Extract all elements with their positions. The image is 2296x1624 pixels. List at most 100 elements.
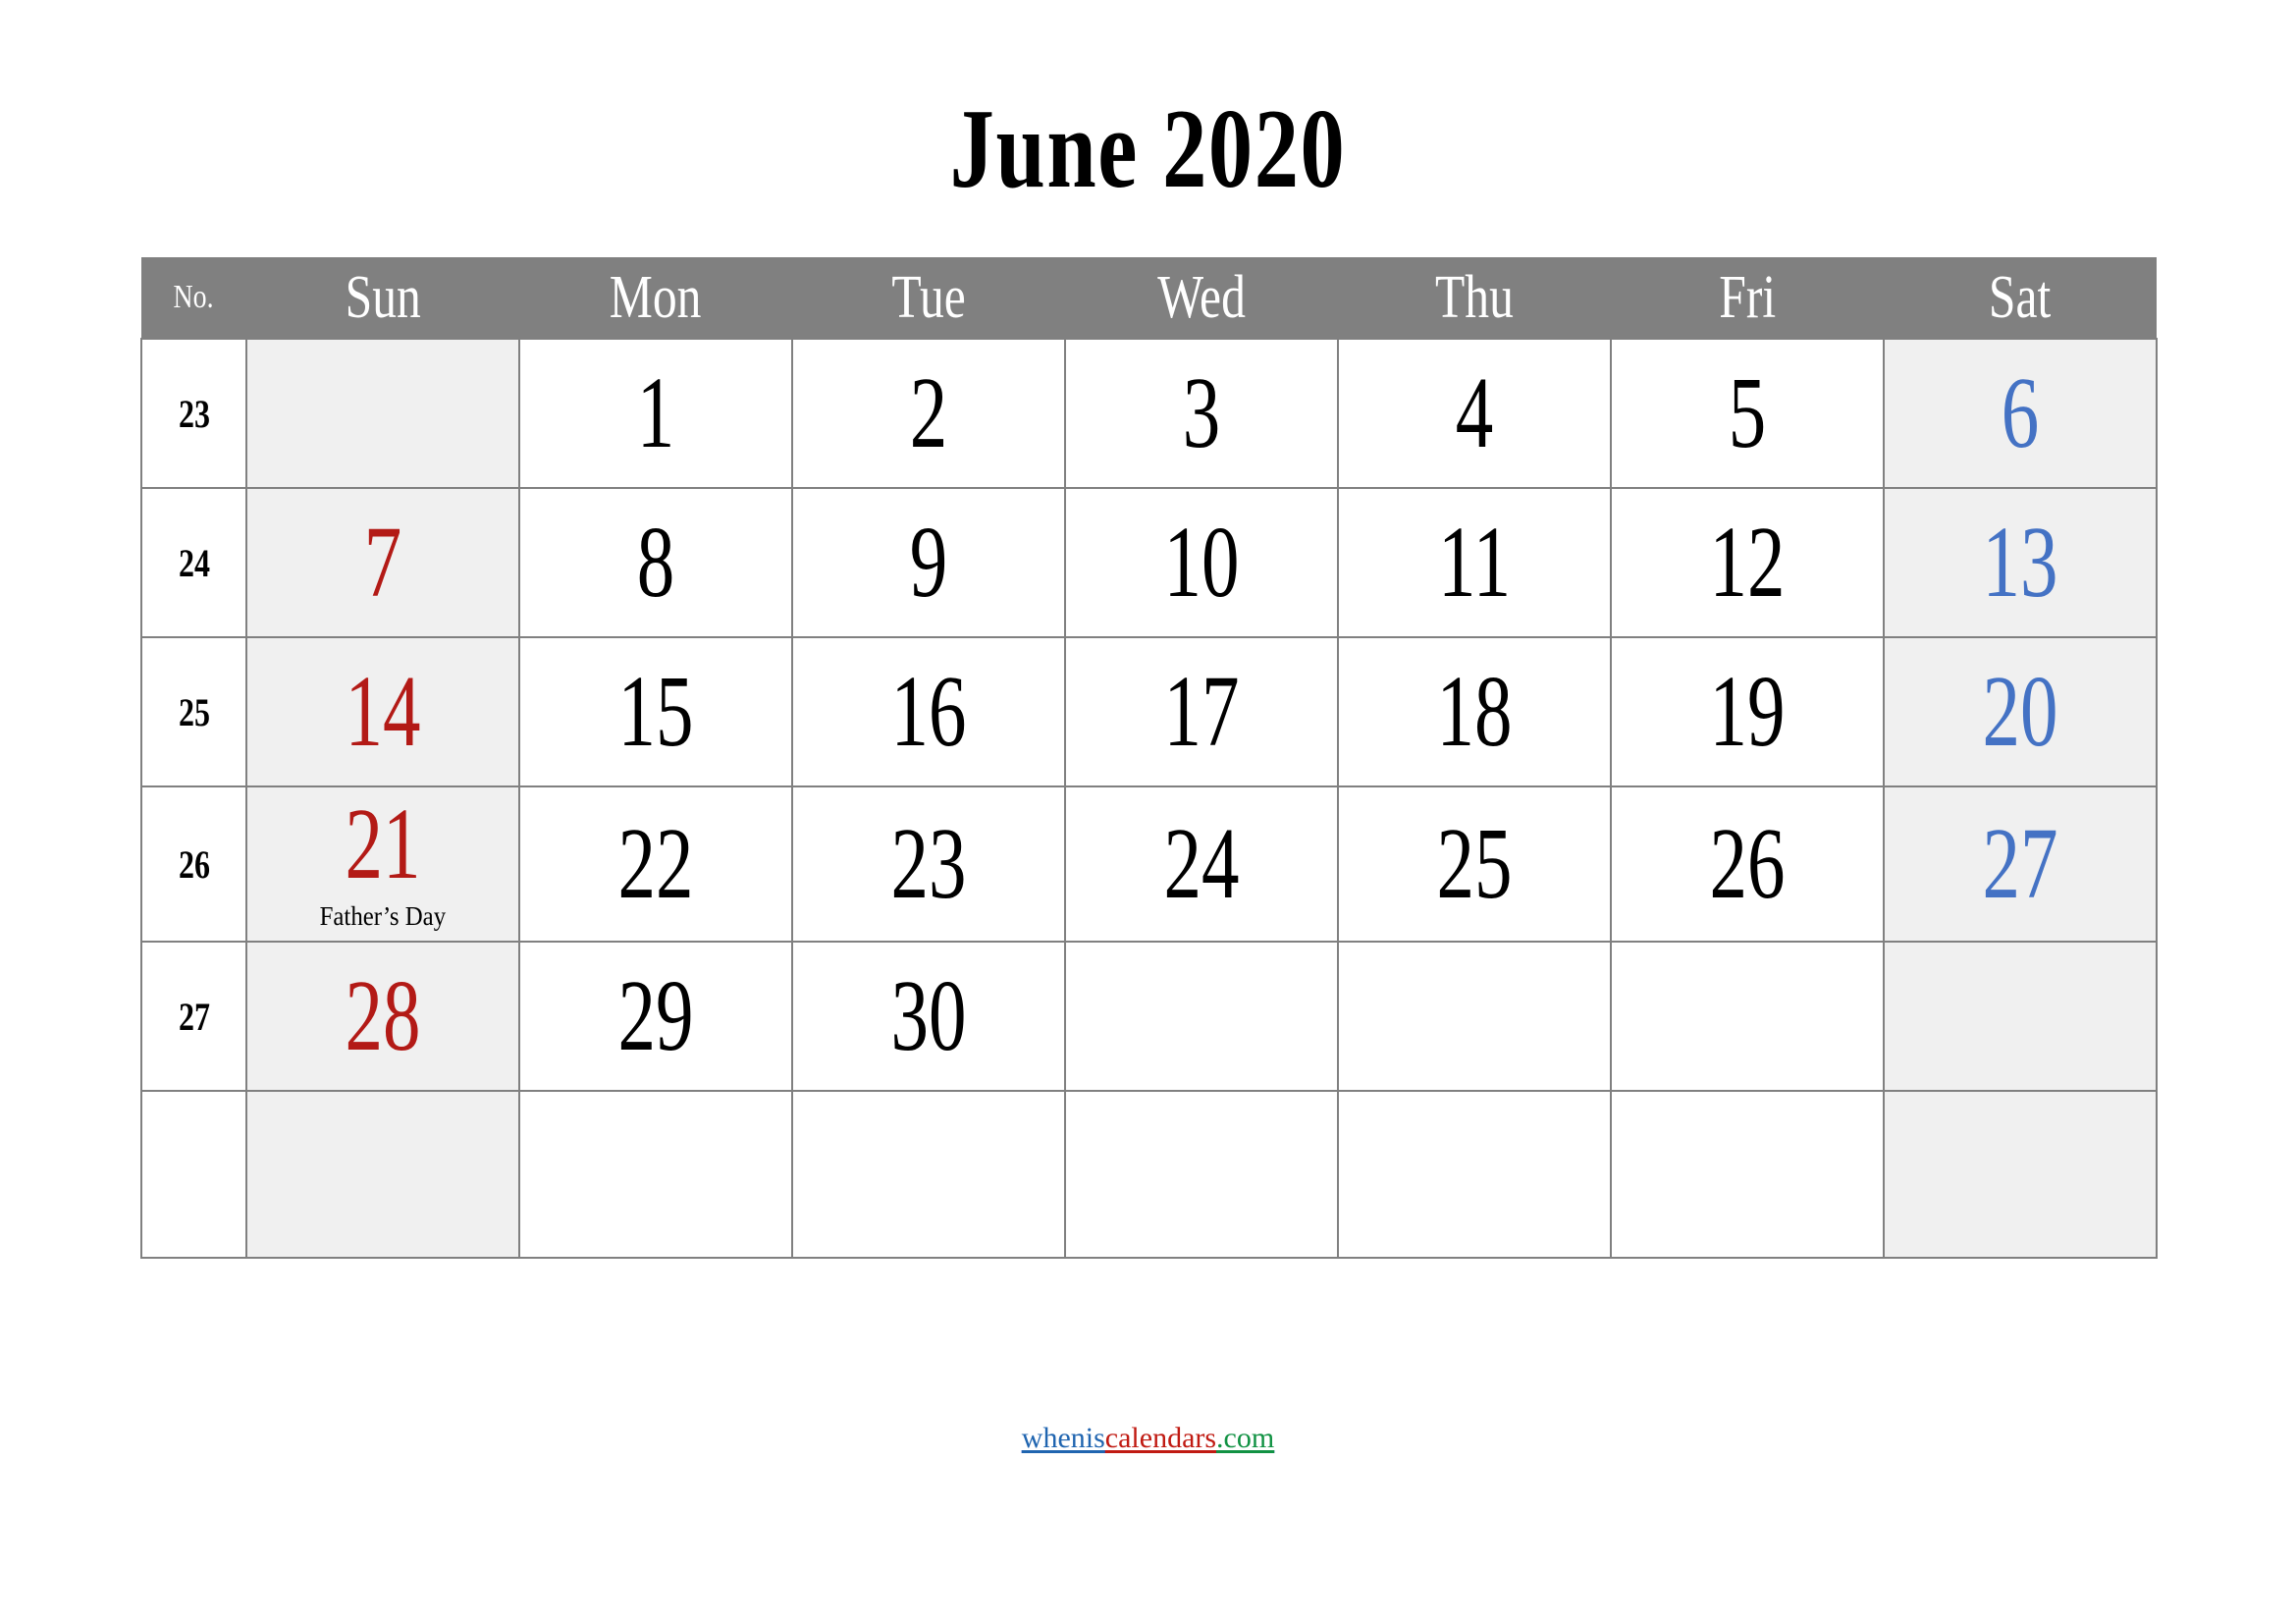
day-cell-sun[interactable]: 28 xyxy=(245,941,520,1092)
calendar-body: 23 1 2 3 4 5 6 24 7 8 9 10 11 12 13 25 1… xyxy=(140,338,2158,1259)
weekday-header-thu: Thu xyxy=(1338,257,1611,339)
day-cell-fri[interactable] xyxy=(1610,1090,1885,1259)
day-number: 23 xyxy=(890,807,967,920)
day-cell-mon[interactable]: 15 xyxy=(518,636,793,787)
calendar-week-row: 24 7 8 9 10 11 12 13 xyxy=(140,487,2158,638)
calendar-page: June 2020 No. Sun Mon Tue Wed Thu Fri Sa… xyxy=(0,0,2296,1624)
site-link-segment-whenis: whenis xyxy=(1021,1422,1105,1454)
week-number-cell: 27 xyxy=(140,941,247,1092)
day-cell-sat[interactable] xyxy=(1883,941,2158,1092)
day-cell-thu[interactable]: 25 xyxy=(1337,785,1612,943)
day-number: 3 xyxy=(1182,356,1221,469)
week-number-cell: 25 xyxy=(140,636,247,787)
day-cell-fri[interactable]: 12 xyxy=(1610,487,1885,638)
day-cell-thu[interactable]: 18 xyxy=(1337,636,1612,787)
day-number: 2 xyxy=(909,356,948,469)
day-number: 19 xyxy=(1709,655,1786,768)
day-number: 8 xyxy=(636,506,675,619)
day-number: 1 xyxy=(636,356,675,469)
day-cell-fri[interactable]: 26 xyxy=(1610,785,1885,943)
day-number: 5 xyxy=(1728,356,1767,469)
day-cell-thu[interactable] xyxy=(1337,1090,1612,1259)
day-cell-tue[interactable]: 16 xyxy=(791,636,1066,787)
day-number: 4 xyxy=(1455,356,1494,469)
calendar-week-row: 23 1 2 3 4 5 6 xyxy=(140,338,2158,489)
day-cell-mon[interactable]: 22 xyxy=(518,785,793,943)
day-cell-sat[interactable] xyxy=(1883,1090,2158,1259)
day-cell-thu[interactable]: 4 xyxy=(1337,338,1612,489)
day-number: 24 xyxy=(1163,807,1240,920)
calendar-table-wrapper: No. Sun Mon Tue Wed Thu Fri Sat 23 1 2 3… xyxy=(140,257,2158,1259)
day-number: 7 xyxy=(363,506,402,619)
day-cell-mon[interactable]: 29 xyxy=(518,941,793,1092)
day-cell-mon[interactable] xyxy=(518,1090,793,1259)
day-cell-sun[interactable]: 7 xyxy=(245,487,520,638)
day-number: 25 xyxy=(1436,807,1513,920)
day-number: 20 xyxy=(1982,655,2058,768)
day-number: 12 xyxy=(1709,506,1786,619)
day-cell-wed[interactable] xyxy=(1064,941,1339,1092)
day-number: 6 xyxy=(2001,356,2040,469)
site-link[interactable]: wheniscalendars.com xyxy=(1022,1422,1274,1454)
day-cell-mon[interactable]: 8 xyxy=(518,487,793,638)
day-cell-wed[interactable]: 3 xyxy=(1064,338,1339,489)
week-number-cell: 26 xyxy=(140,785,247,943)
day-cell-wed[interactable] xyxy=(1064,1090,1339,1259)
day-cell-tue[interactable]: 30 xyxy=(791,941,1066,1092)
day-cell-fri[interactable]: 5 xyxy=(1610,338,1885,489)
page-title: June 2020 xyxy=(949,86,1347,212)
holiday-label: Father’s Day xyxy=(319,901,447,931)
day-cell-wed[interactable]: 17 xyxy=(1064,636,1339,787)
day-cell-wed[interactable]: 24 xyxy=(1064,785,1339,943)
day-cell-tue[interactable] xyxy=(791,1090,1066,1259)
weekday-header-sun: Sun xyxy=(246,257,519,339)
day-number: 29 xyxy=(617,959,694,1072)
day-cell-sun[interactable]: 14 xyxy=(245,636,520,787)
day-cell-sat[interactable]: 6 xyxy=(1883,338,2158,489)
day-number: 17 xyxy=(1163,655,1240,768)
weekday-header-sat: Sat xyxy=(1884,257,2157,339)
day-number: 27 xyxy=(1982,807,2058,920)
day-number: 26 xyxy=(1709,807,1786,920)
calendar-week-row xyxy=(140,1090,2158,1259)
day-cell-sat[interactable]: 13 xyxy=(1883,487,2158,638)
site-link-segment-com: .com xyxy=(1216,1422,1275,1454)
day-number: 10 xyxy=(1163,506,1240,619)
day-number: 28 xyxy=(345,959,421,1072)
day-cell-sat[interactable]: 27 xyxy=(1883,785,2158,943)
day-number: 9 xyxy=(909,506,948,619)
calendar-week-row: 26 21 Father’s Day 22 23 24 25 26 27 xyxy=(140,785,2158,943)
calendar-header: No. Sun Mon Tue Wed Thu Fri Sat xyxy=(141,257,2157,339)
day-number: 15 xyxy=(617,655,694,768)
week-number-cell: 24 xyxy=(140,487,247,638)
day-number: 13 xyxy=(1982,506,2058,619)
weekday-header-wed: Wed xyxy=(1065,257,1338,339)
day-cell-sat[interactable]: 20 xyxy=(1883,636,2158,787)
week-number-cell: 23 xyxy=(140,338,247,489)
calendar-table: No. Sun Mon Tue Wed Thu Fri Sat 23 1 2 3… xyxy=(140,257,2158,1259)
day-cell-fri[interactable]: 19 xyxy=(1610,636,1885,787)
day-number: 18 xyxy=(1436,655,1513,768)
footer: wheniscalendars.com xyxy=(0,1422,2296,1455)
weekday-header-row: No. Sun Mon Tue Wed Thu Fri Sat xyxy=(141,257,2157,339)
day-number: 21 xyxy=(345,787,421,900)
calendar-week-row: 27 28 29 30 xyxy=(140,941,2158,1092)
day-number: 14 xyxy=(345,655,421,768)
day-cell-tue[interactable]: 2 xyxy=(791,338,1066,489)
day-number: 16 xyxy=(890,655,967,768)
day-cell-tue[interactable]: 23 xyxy=(791,785,1066,943)
day-cell-thu[interactable] xyxy=(1337,941,1612,1092)
day-cell-sun[interactable]: 21 Father’s Day xyxy=(245,785,520,943)
day-cell-thu[interactable]: 11 xyxy=(1337,487,1612,638)
weekday-header-tue: Tue xyxy=(792,257,1065,339)
day-number: 22 xyxy=(617,807,694,920)
day-cell-sun[interactable] xyxy=(245,1090,520,1259)
day-cell-mon[interactable]: 1 xyxy=(518,338,793,489)
day-number: 11 xyxy=(1437,506,1512,619)
day-cell-tue[interactable]: 9 xyxy=(791,487,1066,638)
day-cell-wed[interactable]: 10 xyxy=(1064,487,1339,638)
day-cell-sun[interactable] xyxy=(245,338,520,489)
day-cell-fri[interactable] xyxy=(1610,941,1885,1092)
day-number: 30 xyxy=(890,959,967,1072)
site-link-segment-calendars: calendars xyxy=(1104,1422,1217,1454)
